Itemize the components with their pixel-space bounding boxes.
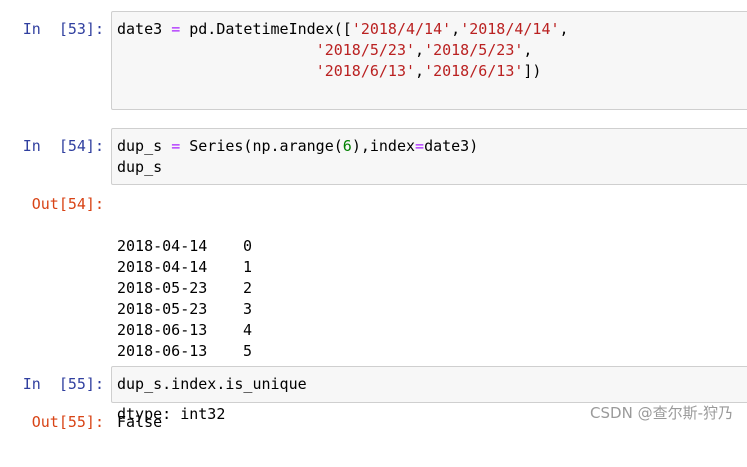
series-row: 2018-05-23 3	[117, 299, 252, 320]
output-prompt-55: Out[55]:	[31, 413, 104, 431]
series-row: 2018-06-13 4	[117, 320, 252, 341]
input-prompt-54: In [54]:	[22, 137, 104, 155]
input-prompt-55: In [55]:	[22, 375, 104, 393]
series-index-date: 2018-06-13	[117, 321, 208, 339]
output-55: False	[117, 413, 163, 431]
series-index-date: 2018-04-14	[117, 258, 208, 276]
series-output: 2018-04-14 0 2018-04-14 1 2018-05-23 2 2018-05…	[117, 236, 252, 362]
code-text-53: date3 = pd.DatetimeIndex(['2018/4/14','2…	[117, 20, 569, 80]
series-value: 0	[243, 237, 253, 255]
series-row: 2018-05-23 2	[117, 278, 252, 299]
series-row: 2018-04-14 0	[117, 236, 252, 257]
output-prompt-54: Out[54]:	[31, 195, 104, 213]
series-value: 2	[243, 279, 253, 297]
series-value: 5	[243, 342, 253, 360]
series-value: 4	[243, 321, 253, 339]
series-index-date: 2018-04-14	[117, 237, 208, 255]
series-value: 3	[243, 300, 253, 318]
series-index-date: 2018-05-23	[117, 300, 208, 318]
series-row: 2018-06-13 5	[117, 341, 252, 362]
series-row: 2018-04-14 1	[117, 257, 252, 278]
watermark: CSDN @查尔斯-狩乃	[590, 404, 733, 422]
series-index-date: 2018-06-13	[117, 342, 208, 360]
code-text-55: dup_s.index.is_unique	[117, 375, 307, 393]
input-prompt-53: In [53]:	[22, 20, 104, 38]
series-value: 1	[243, 258, 253, 276]
series-index-date: 2018-05-23	[117, 279, 208, 297]
code-text-54: dup_s = Series(np.arange(6),index=date3)…	[117, 137, 479, 176]
